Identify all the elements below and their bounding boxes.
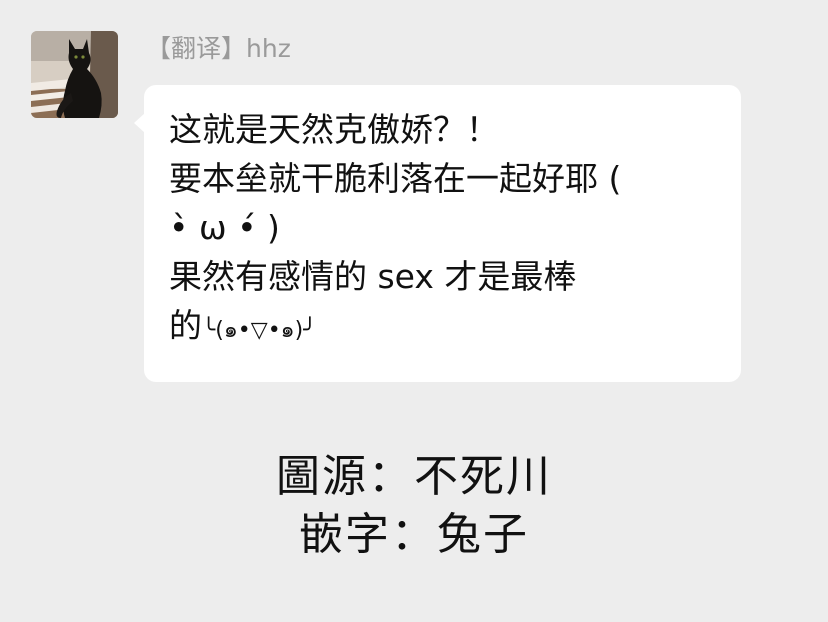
message-line-4: 果然有感情的 sex 才是最棒: [169, 257, 577, 296]
sender-name: 【翻译】hhz: [146, 34, 291, 63]
source-credit: 圖源：不死川: [276, 451, 552, 502]
message-line-2: 要本垒就干脆利落在一起好耶 (: [169, 159, 622, 198]
credits-block: 圖源：不死川 嵌字：兔子: [0, 448, 828, 564]
message-bubble[interactable]: 这就是天然克傲娇？！ 要本垒就干脆利落在一起好耶 ( •̀ ω •́ ) 果然有…: [144, 85, 741, 382]
sender-avatar[interactable]: [31, 31, 118, 118]
message-line-5: 的╰(๑•▽•๑)╯: [169, 301, 717, 355]
black-cat-avatar-icon: [31, 31, 118, 118]
kaomoji-text: ╰(๑•▽•๑)╯: [202, 318, 317, 343]
message-line-3: •̀ ω •́ ): [169, 208, 280, 247]
message-line-1: 这就是天然克傲娇？！: [169, 110, 499, 149]
chat-screen: 【翻译】hhz 这就是天然克傲娇？！ 要本垒就干脆利落在一起好耶 ( •̀ ω …: [0, 0, 828, 622]
typeset-credit: 嵌字：兔子: [299, 509, 529, 560]
message-line-5-text: 的: [169, 306, 202, 345]
